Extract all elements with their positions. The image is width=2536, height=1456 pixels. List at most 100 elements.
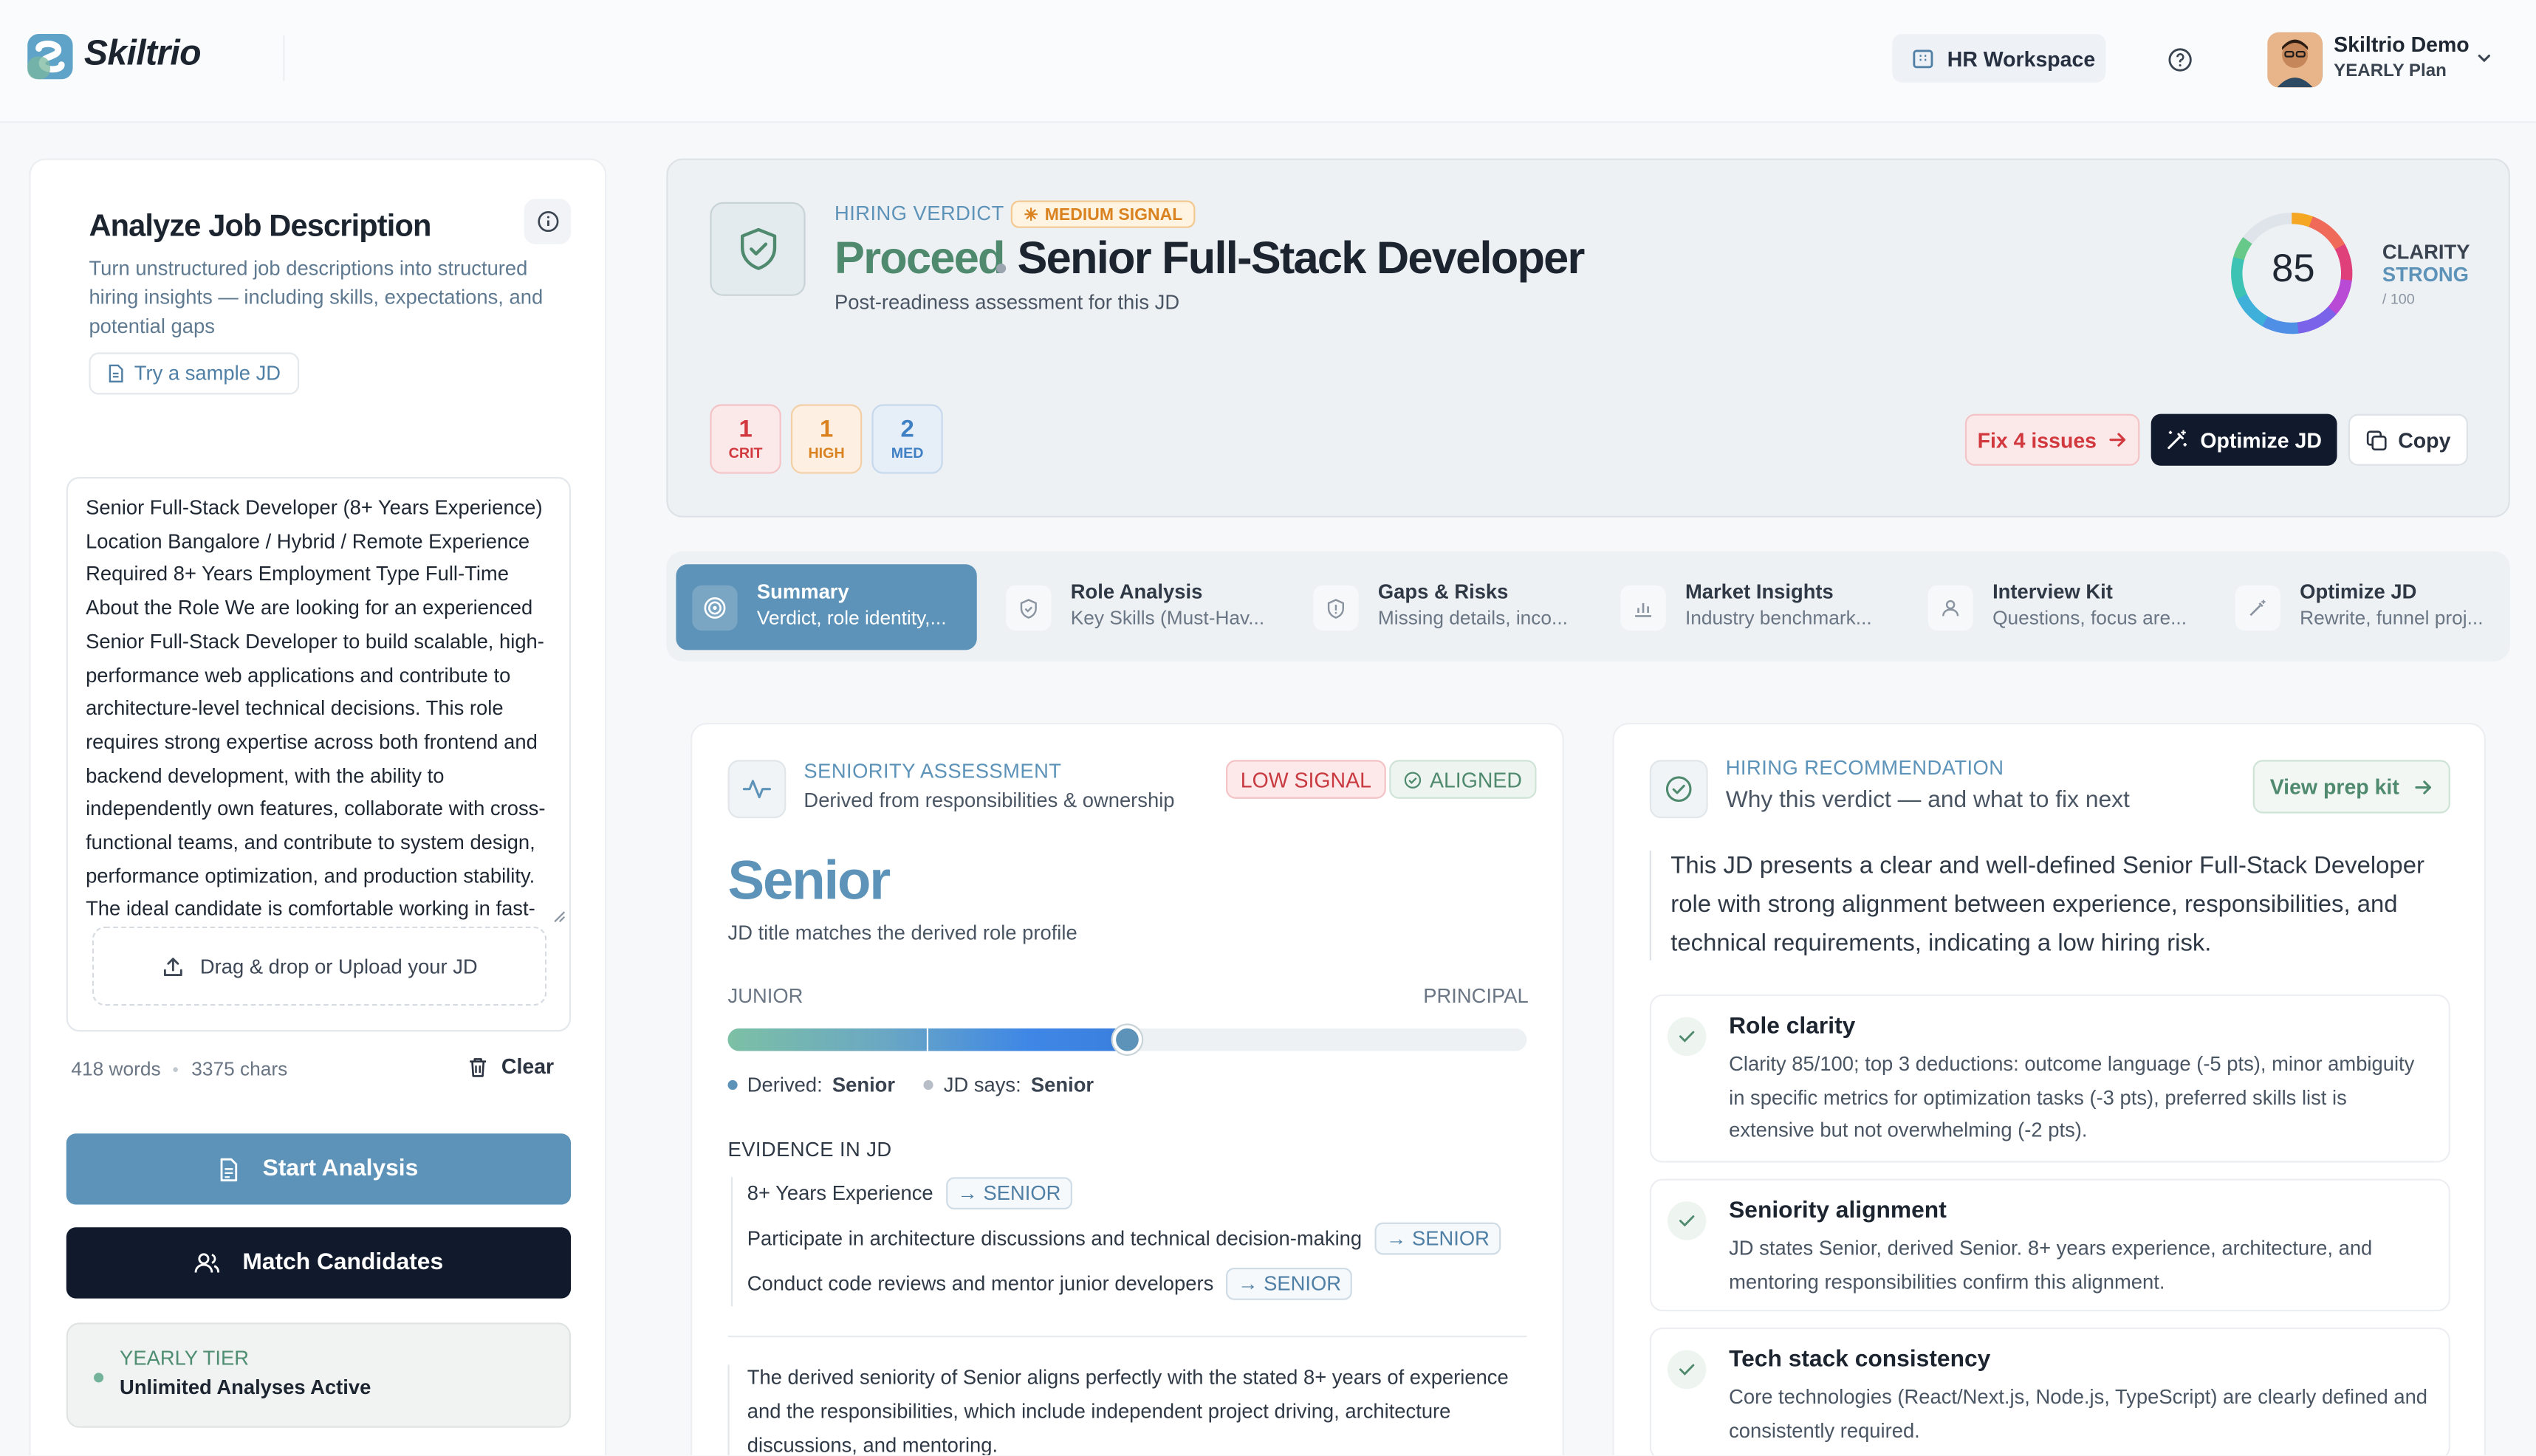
sparkle-icon: [1024, 207, 1038, 221]
upload-dropzone[interactable]: Drag & drop or Upload your JD: [92, 926, 547, 1006]
user-name[interactable]: Skiltrio Demo: [2334, 32, 2470, 57]
clarity-ring-segment: [2320, 224, 2332, 237]
file-text-icon: [221, 1157, 239, 1181]
clarity-ring-segment: [2301, 320, 2309, 333]
seniority-level-subtitle: JD title matches the derived role profil…: [727, 921, 1077, 944]
jd-textarea[interactable]: Senior Full-Stack Developer (8+ Years Ex…: [86, 492, 558, 922]
panel-description: Turn unstructured job descriptions into …: [89, 257, 544, 338]
signal-text: MEDIUM SIGNAL: [1044, 205, 1183, 224]
tab-title: Gaps & Risks: [1377, 580, 1509, 603]
check-icon: [1667, 1017, 1707, 1057]
jd-says-label: JD says:: [943, 1074, 1021, 1096]
optimize-jd-button[interactable]: Optimize JD: [2151, 413, 2337, 466]
panel-title: Analyze Job Description: [89, 210, 431, 244]
copy-label: Copy: [2398, 427, 2451, 453]
tab-market-insights[interactable]: Market Insights Industry benchmark...: [1604, 564, 1895, 650]
evidence-tag: → SENIOR: [1226, 1267, 1353, 1300]
recommendation-item: Seniority alignment JD states Senior, de…: [1649, 1178, 2450, 1312]
match-candidates-button[interactable]: Match Candidates: [66, 1227, 572, 1299]
chevron-down-icon[interactable]: [2475, 49, 2494, 68]
severity-crit-badge[interactable]: 1 CRIT: [710, 404, 781, 474]
scale-high-label: PRINCIPAL: [1423, 984, 1529, 1008]
derived-dot: [727, 1079, 738, 1091]
tab-summary[interactable]: Summary Verdict, role identity,...: [676, 564, 977, 650]
evidence-tag: → SENIOR: [1374, 1222, 1501, 1255]
clarity-ring-segment: [2252, 311, 2264, 324]
clarity-rating: STRONG: [2382, 263, 2470, 286]
clarity-ring-segment: [2304, 214, 2314, 227]
clarity-ring-segment: [2317, 221, 2328, 234]
tab-title: Optimize JD: [2300, 580, 2417, 603]
clarity-ring-segment: [2320, 309, 2333, 323]
wand-icon: [2235, 585, 2280, 631]
optimize-jd-label: Optimize JD: [2200, 427, 2322, 453]
severity-high-badge[interactable]: 1 HIGH: [790, 404, 863, 474]
jd-input-box: Senior Full-Stack Developer (8+ Years Ex…: [66, 477, 572, 1032]
fix-issues-button[interactable]: Fix 4 issues: [1964, 413, 2140, 466]
upload-icon: [163, 957, 182, 975]
clarity-ring-segment: [2317, 312, 2328, 326]
check-circle-icon: [1649, 760, 1708, 819]
document-icon: [109, 364, 123, 383]
avatar[interactable]: [2267, 32, 2323, 88]
clarity-ring-segment: [2305, 319, 2314, 332]
hr-workspace-label: HR Workspace: [1947, 46, 2096, 71]
clarity-ring-segment: [2257, 313, 2268, 326]
copy-button[interactable]: Copy: [2348, 413, 2468, 466]
clarity-ring-segment: [2330, 235, 2343, 247]
skiltrio-logo-icon[interactable]: [26, 32, 75, 81]
activity-icon: [727, 760, 786, 819]
analysis-tabs: Summary Verdict, role identity,... Role …: [666, 551, 2510, 662]
evidence-text: Conduct code reviews and mentor junior d…: [747, 1272, 1214, 1296]
tab-subtitle: Industry benchmark...: [1685, 606, 1872, 629]
seniority-summary: The derived seniority of Senior aligns p…: [747, 1366, 1509, 1455]
seniority-level: Senior: [727, 850, 891, 913]
tier-value: Unlimited Analyses Active: [120, 1376, 371, 1399]
clarity-ring-segment: [2313, 315, 2324, 328]
derived-vs-jd: Derived: Senior JD says: Senior: [727, 1074, 1094, 1096]
clarity-ring-segment: [2323, 227, 2336, 240]
try-sample-button[interactable]: Try a sample JD: [89, 352, 299, 395]
check-icon: [1667, 1350, 1707, 1390]
tab-interview-kit[interactable]: Interview Kit Questions, focus are...: [1912, 564, 2203, 650]
clarity-denominator: / 100: [2382, 291, 2415, 308]
word-count: 418 words: [71, 1057, 161, 1080]
clarity-ring-segment: [2327, 230, 2340, 243]
resize-handle-icon[interactable]: [552, 909, 566, 924]
check-icon: [1667, 1201, 1707, 1240]
separator-dot: [996, 263, 1007, 274]
tab-subtitle: Rewrite, funnel proj...: [2300, 606, 2484, 629]
tab-optimize-jd[interactable]: Optimize JD Rewrite, funnel proj...: [2219, 564, 2507, 650]
tier-label: YEARLY TIER: [120, 1347, 250, 1370]
derived-value: Senior: [832, 1074, 896, 1096]
logo-text[interactable]: Skiltrio: [84, 32, 202, 75]
user-plan: YEARLY Plan: [2334, 61, 2447, 81]
upload-label: Drag & drop or Upload your JD: [199, 955, 478, 978]
tab-title: Role Analysis: [1070, 580, 1203, 603]
clarity-ring-segment: [2309, 317, 2320, 330]
evidence-text: Participate in architecture discussions …: [747, 1227, 1363, 1250]
tab-gaps-risks[interactable]: Gaps & Risks Missing details, inco...: [1297, 564, 1588, 650]
severity-med-badge[interactable]: 2 MED: [871, 404, 943, 474]
magic-wand-icon: [2168, 430, 2187, 450]
recommendation-item: Tech stack consistency Core technologies…: [1649, 1327, 2450, 1455]
view-prep-kit-button[interactable]: View prep kit: [2252, 760, 2450, 814]
tab-title: Summary: [756, 580, 849, 603]
clarity-label: CLARITY: [2382, 241, 2470, 264]
clear-button[interactable]: Clear: [467, 1054, 554, 1079]
tab-subtitle: Questions, focus are...: [1992, 606, 2187, 629]
tab-title: Market Insights: [1685, 580, 1834, 603]
low-signal-badge: LOW SIGNAL: [1226, 760, 1386, 799]
info-icon[interactable]: [524, 199, 572, 244]
start-analysis-button[interactable]: Start Analysis: [66, 1133, 572, 1205]
hr-workspace-button[interactable]: HR Workspace: [1892, 33, 2106, 83]
recommendation-label: HIRING RECOMMENDATION: [1725, 756, 2004, 780]
start-analysis-label: Start Analysis: [262, 1155, 419, 1182]
divider: [283, 35, 285, 81]
hiring-verdict-label: HIRING VERDICT: [835, 202, 1004, 225]
seniority-subtitle: Derived from responsibilities & ownershi…: [803, 789, 1175, 812]
tab-role-analysis[interactable]: Role Analysis Key Skills (Must-Hav...: [990, 564, 1281, 650]
help-icon[interactable]: [2167, 47, 2193, 73]
recommendation-subtitle: Why this verdict — and what to fix next: [1725, 787, 2130, 814]
item-title: Seniority alignment: [1729, 1198, 1947, 1224]
